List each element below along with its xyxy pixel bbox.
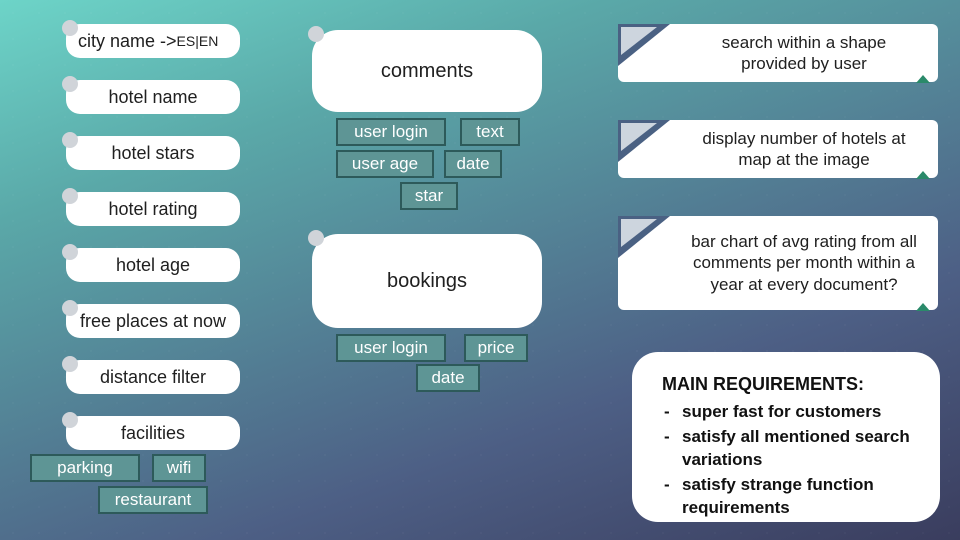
pill-hotel-stars: hotel stars xyxy=(66,136,240,170)
label: text xyxy=(476,122,503,142)
dot xyxy=(62,244,78,260)
corner-icon xyxy=(621,27,657,55)
label: parking xyxy=(57,458,113,478)
card-comments: comments xyxy=(312,30,542,112)
label: date xyxy=(456,154,489,174)
chip-text: text xyxy=(460,118,520,146)
text: display number of hotels at map at the i… xyxy=(688,128,920,171)
req-item: super fast for customers xyxy=(682,401,914,424)
callout-chart: bar chart of avg rating from all comment… xyxy=(618,216,938,310)
card-bookings: bookings xyxy=(312,234,542,328)
label: hotel rating xyxy=(108,199,197,220)
label: wifi xyxy=(167,458,192,478)
label: hotel stars xyxy=(111,143,194,164)
dot xyxy=(62,412,78,428)
label: free places at now xyxy=(80,311,226,332)
chip-date-b: date xyxy=(416,364,480,392)
req-item: satisfy all mentioned search variations xyxy=(682,426,914,472)
requirements-heading: MAIN REQUIREMENTS: xyxy=(662,374,914,395)
label: facilities xyxy=(121,423,185,444)
chip-date: date xyxy=(444,150,502,178)
label: distance filter xyxy=(100,367,206,388)
label: hotel age xyxy=(116,255,190,276)
label: date xyxy=(431,368,464,388)
dot xyxy=(308,26,324,42)
label-langs: ES|EN xyxy=(177,33,219,49)
callout-shape: search within a shape provided by user xyxy=(618,24,938,82)
pill-city: city name -> ES|EN xyxy=(66,24,240,58)
corner-icon xyxy=(621,219,657,247)
pill-facilities: facilities xyxy=(66,416,240,450)
label: user login xyxy=(354,338,428,358)
pill-hotel-rating: hotel rating xyxy=(66,192,240,226)
pill-distance-filter: distance filter xyxy=(66,360,240,394)
requirements-box: MAIN REQUIREMENTS: super fast for custom… xyxy=(632,352,940,522)
corner-icon xyxy=(621,123,657,151)
pill-free-places: free places at now xyxy=(66,304,240,338)
triangle-icon xyxy=(916,75,930,83)
label: user age xyxy=(352,154,418,174)
label: price xyxy=(478,338,515,358)
title: comments xyxy=(381,60,473,83)
dot xyxy=(62,132,78,148)
label: restaurant xyxy=(115,490,192,510)
chip-price: price xyxy=(464,334,528,362)
text: bar chart of avg rating from all comment… xyxy=(688,231,920,295)
pill-hotel-age: hotel age xyxy=(66,248,240,282)
dot xyxy=(62,20,78,36)
triangle-icon xyxy=(916,171,930,179)
title: bookings xyxy=(387,270,467,293)
dot xyxy=(62,356,78,372)
chip-user-login-b: user login xyxy=(336,334,446,362)
label: hotel name xyxy=(108,87,197,108)
chip-star: star xyxy=(400,182,458,210)
label: user login xyxy=(354,122,428,142)
label: star xyxy=(415,186,443,206)
chip-user-age: user age xyxy=(336,150,434,178)
label: city name -> xyxy=(78,31,177,52)
triangle-icon xyxy=(916,303,930,311)
chip-restaurant: restaurant xyxy=(98,486,208,514)
dot xyxy=(62,300,78,316)
chip-wifi: wifi xyxy=(152,454,206,482)
dot xyxy=(62,76,78,92)
text: search within a shape provided by user xyxy=(688,32,920,75)
requirements-list: super fast for customers satisfy all men… xyxy=(662,401,914,520)
dot xyxy=(308,230,324,246)
chip-user-login: user login xyxy=(336,118,446,146)
pill-hotel-name: hotel name xyxy=(66,80,240,114)
req-item: satisfy strange function requirements xyxy=(682,474,914,520)
callout-map: display number of hotels at map at the i… xyxy=(618,120,938,178)
dot xyxy=(62,188,78,204)
chip-parking: parking xyxy=(30,454,140,482)
